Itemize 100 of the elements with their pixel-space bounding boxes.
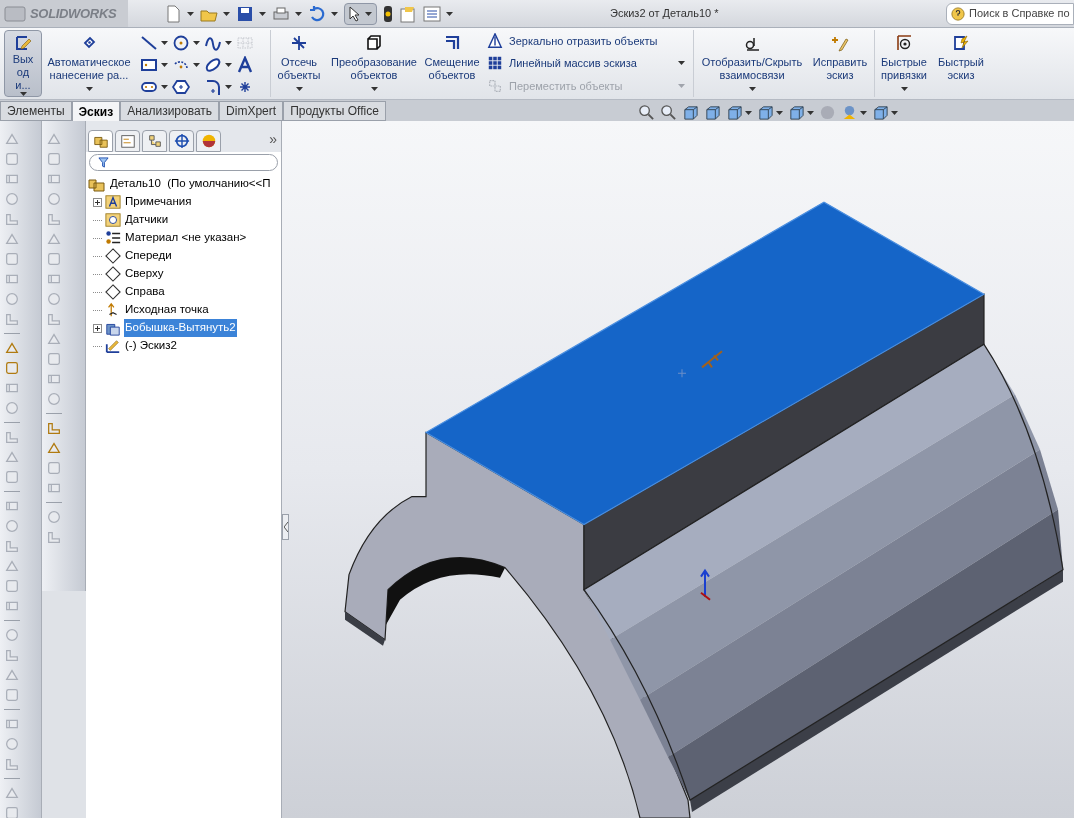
ellipse-icon[interactable] bbox=[204, 56, 222, 74]
ribbon-tab[interactable]: Эскиз bbox=[71, 101, 121, 121]
help-search-field[interactable]: Поиск в Справке по bbox=[946, 2, 1074, 25]
feature-tool-icon[interactable] bbox=[4, 360, 20, 376]
caret-icon[interactable] bbox=[225, 63, 232, 67]
caret-icon[interactable] bbox=[295, 87, 303, 91]
caret-icon[interactable] bbox=[891, 110, 898, 115]
feature-tool-icon[interactable] bbox=[46, 420, 62, 436]
caret-icon[interactable] bbox=[225, 41, 232, 45]
panel-tab[interactable] bbox=[142, 130, 167, 152]
new-document-icon[interactable] bbox=[164, 4, 182, 23]
caret-icon[interactable] bbox=[19, 92, 27, 96]
select-button[interactable] bbox=[344, 2, 377, 25]
caret-icon[interactable] bbox=[193, 63, 200, 67]
pattern-icon[interactable] bbox=[487, 55, 503, 72]
zoom-fit-icon[interactable] bbox=[638, 104, 655, 121]
hide-show-icon[interactable] bbox=[788, 104, 805, 121]
print-icon[interactable] bbox=[272, 4, 290, 23]
line-icon[interactable] bbox=[140, 34, 158, 52]
caret-icon[interactable] bbox=[295, 11, 302, 16]
tree-root[interactable]: Деталь10 (По умолчанию<<П bbox=[110, 175, 271, 193]
spline-icon[interactable] bbox=[204, 34, 222, 52]
tree-item[interactable]: (-) Эскиз2 bbox=[124, 337, 178, 355]
caret-icon[interactable] bbox=[161, 63, 168, 67]
caret-icon[interactable] bbox=[860, 110, 867, 115]
caret-icon[interactable] bbox=[370, 87, 378, 91]
ribbon-button[interactable]: Отобразить/Скрыть взаимосвязи bbox=[694, 30, 810, 97]
quick-sketch-icon[interactable] bbox=[952, 34, 970, 52]
caret-icon[interactable] bbox=[193, 41, 200, 45]
mirror-icon[interactable] bbox=[487, 33, 503, 50]
polygon-icon[interactable] bbox=[172, 78, 190, 96]
display-style-icon[interactable] bbox=[757, 104, 774, 121]
caret-icon[interactable] bbox=[748, 87, 756, 91]
fillet-icon[interactable] bbox=[204, 78, 222, 96]
feature-tool-icon[interactable] bbox=[46, 440, 62, 456]
expand-icon[interactable] bbox=[93, 197, 102, 207]
panel-tab[interactable] bbox=[88, 130, 113, 152]
caret-icon[interactable] bbox=[807, 110, 814, 115]
ribbon-button[interactable]: Отсечь объекты bbox=[271, 30, 327, 97]
traffic-light-icon[interactable] bbox=[383, 4, 393, 23]
caret-icon[interactable] bbox=[900, 87, 908, 91]
file-properties-icon[interactable] bbox=[399, 4, 417, 23]
view-orientation-icon[interactable] bbox=[726, 104, 743, 121]
ribbon-button[interactable]: Смещение объектов bbox=[421, 30, 483, 97]
caret-icon[interactable] bbox=[225, 85, 232, 89]
rectangle-icon[interactable] bbox=[140, 56, 158, 74]
tree-item[interactable]: Материал <не указан> bbox=[124, 229, 248, 247]
cube-icon[interactable] bbox=[365, 34, 383, 52]
caret-icon[interactable] bbox=[678, 61, 685, 66]
previous-view-icon[interactable] bbox=[682, 104, 699, 121]
more-tabs-button[interactable]: » bbox=[269, 129, 277, 152]
tree-item[interactable]: Датчики bbox=[124, 211, 170, 229]
ribbon-button[interactable]: Выход и... bbox=[4, 30, 42, 97]
expand-icon[interactable] bbox=[93, 323, 102, 333]
repair-icon[interactable] bbox=[831, 34, 849, 52]
zoom-area-icon[interactable] bbox=[660, 104, 677, 121]
ribbon-button[interactable]: Автоматическое нанесение ра... bbox=[42, 30, 136, 97]
tree-item[interactable]: Примечания bbox=[124, 193, 193, 211]
view-settings-icon[interactable] bbox=[872, 104, 889, 121]
panel-tab[interactable] bbox=[196, 130, 221, 152]
text-icon[interactable] bbox=[236, 56, 254, 74]
tree-item[interactable]: Исходная точка bbox=[124, 301, 210, 319]
caret-icon[interactable] bbox=[331, 11, 338, 16]
ribbon-list-item[interactable]: Зеркально отразить объекты bbox=[487, 32, 685, 50]
snap-icon[interactable] bbox=[895, 34, 913, 52]
section-view-icon[interactable] bbox=[704, 104, 721, 121]
caret-icon[interactable] bbox=[161, 85, 168, 89]
caret-icon[interactable] bbox=[85, 87, 93, 91]
ribbon-button[interactable]: Исправить эскиз bbox=[810, 30, 870, 97]
options-icon[interactable] bbox=[423, 5, 441, 22]
offset-icon[interactable] bbox=[443, 34, 461, 52]
filter-field[interactable] bbox=[89, 154, 278, 171]
ribbon-button[interactable]: Быстрые привязки bbox=[875, 30, 933, 97]
sketch-exit-icon[interactable] bbox=[14, 35, 32, 53]
ribbon-button[interactable]: Преобразование объектов bbox=[327, 30, 421, 97]
tree-item[interactable]: Спереди bbox=[124, 247, 173, 265]
caret-icon[interactable] bbox=[365, 11, 372, 16]
ribbon-tab[interactable]: Элементы bbox=[0, 101, 72, 121]
save-icon[interactable] bbox=[236, 4, 254, 23]
tree-item[interactable]: Бобышка-Вытянуть2 bbox=[124, 319, 237, 337]
trim-icon[interactable] bbox=[290, 34, 308, 52]
ribbon-tab[interactable]: Продукты Office bbox=[283, 101, 386, 121]
collapse-handle[interactable] bbox=[282, 514, 289, 540]
feature-tool-icon[interactable] bbox=[4, 340, 20, 356]
circle-icon[interactable] bbox=[172, 34, 190, 52]
ribbon-tab[interactable]: Анализировать bbox=[120, 101, 220, 121]
caret-icon[interactable] bbox=[223, 11, 230, 16]
caret-icon[interactable] bbox=[187, 11, 194, 16]
tree-item[interactable]: Справа bbox=[124, 283, 166, 301]
ribbon-list-item[interactable]: Линейный массив эскиза bbox=[487, 55, 685, 72]
tree-item[interactable]: Сверху bbox=[124, 265, 165, 283]
ribbon-button[interactable]: Быстрый эскиз bbox=[933, 30, 989, 97]
caret-icon[interactable] bbox=[745, 110, 752, 115]
caret-icon[interactable] bbox=[446, 11, 453, 16]
caret-icon[interactable] bbox=[161, 41, 168, 45]
ribbon-tab[interactable]: DimXpert bbox=[219, 101, 284, 121]
panel-tab[interactable] bbox=[169, 130, 194, 152]
panel-tab[interactable] bbox=[115, 130, 140, 152]
caret-icon[interactable] bbox=[776, 110, 783, 115]
undo-icon[interactable] bbox=[308, 4, 326, 23]
